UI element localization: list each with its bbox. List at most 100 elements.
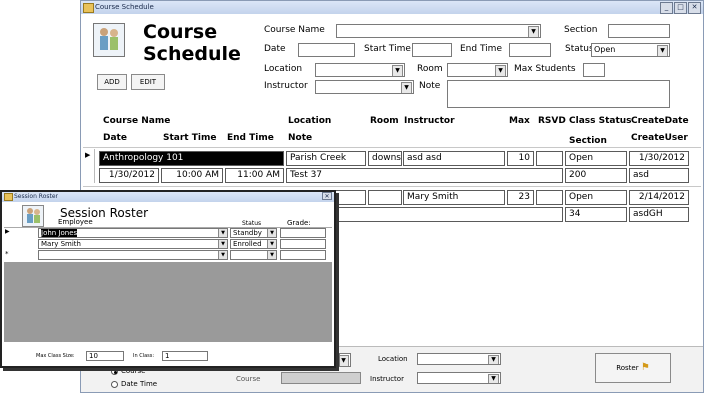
section-cell[interactable]: 34 xyxy=(565,207,627,222)
grade-input[interactable] xyxy=(280,239,326,249)
roster-icon: ⚑ xyxy=(640,362,650,373)
course-name-cell[interactable]: Anthropology 101 xyxy=(99,151,284,166)
bottom-instructor-select[interactable]: ▼ xyxy=(417,372,501,384)
close-button[interactable]: ✕ xyxy=(688,2,701,14)
max-class-size-input[interactable]: 10 xyxy=(86,351,124,361)
col-date: Date xyxy=(103,133,127,143)
class-status-cell[interactable]: Open xyxy=(565,190,627,205)
grade-input-new[interactable] xyxy=(280,250,326,260)
status-label: Status xyxy=(565,44,594,54)
status-value: Standby xyxy=(233,229,262,237)
status-select[interactable]: Standby ▼ xyxy=(230,228,277,238)
chevron-down-icon[interactable]: ▼ xyxy=(488,374,499,383)
chevron-down-icon[interactable]: ▼ xyxy=(488,355,499,364)
note-cell[interactable]: Test 37 xyxy=(286,168,563,183)
section-input[interactable] xyxy=(608,24,670,38)
employee-value: John Jones xyxy=(41,229,78,237)
radio-date-time[interactable] xyxy=(111,381,118,388)
instructor-cell[interactable]: asd asd xyxy=(403,151,505,166)
status-select[interactable]: Enrolled ▼ xyxy=(230,239,277,249)
chevron-down-icon[interactable]: ▼ xyxy=(267,240,276,248)
chevron-down-icon[interactable]: ▼ xyxy=(218,240,227,248)
app-icon xyxy=(4,193,13,201)
create-date-cell[interactable]: 1/30/2012 xyxy=(629,151,689,166)
bottom-location-label: Location xyxy=(378,355,408,363)
radio-course-label: Course xyxy=(121,367,146,375)
end-time-cell[interactable]: 11:00 AM xyxy=(225,168,284,183)
roster-button[interactable]: Roster ⚑ xyxy=(595,353,671,383)
room-label: Room xyxy=(417,64,443,74)
chevron-down-icon[interactable]: ▼ xyxy=(340,355,349,366)
date-cell[interactable]: 1/30/2012 xyxy=(99,168,159,183)
app-icon xyxy=(83,3,94,13)
window-title: Course Schedule xyxy=(95,3,154,11)
note-label: Note xyxy=(419,81,441,91)
chevron-down-icon[interactable]: ▼ xyxy=(267,251,276,259)
rsvd-cell[interactable] xyxy=(536,190,563,205)
grade-input[interactable] xyxy=(280,228,326,238)
instructor-cell[interactable]: Mary Smith xyxy=(403,190,505,205)
chevron-down-icon[interactable]: ▼ xyxy=(392,65,403,76)
employee-select-new[interactable]: ▼ xyxy=(38,250,228,260)
bottom-instructor-label: Instructor xyxy=(370,375,404,383)
bottom-course-field[interactable] xyxy=(281,372,361,384)
in-class-input[interactable]: 1 xyxy=(162,351,208,361)
max-cell[interactable]: 23 xyxy=(507,190,534,205)
radio-course[interactable] xyxy=(111,368,118,375)
col-create-user: CreateUser xyxy=(631,133,688,143)
row-pointer-icon: ▶ xyxy=(5,228,10,235)
rsvd-cell[interactable] xyxy=(536,151,563,166)
chevron-down-icon[interactable]: ▼ xyxy=(495,65,506,76)
employee-label: Employee xyxy=(58,218,93,226)
col-create-date: CreateDate xyxy=(631,116,689,126)
employee-select[interactable]: Mary Smith ▼ xyxy=(38,239,228,249)
section-cell[interactable]: 200 xyxy=(565,168,627,183)
status-value: Enrolled xyxy=(233,240,262,248)
room-cell[interactable]: downsta xyxy=(368,151,402,166)
bottom-location-select[interactable]: ▼ xyxy=(417,353,501,365)
date-input[interactable] xyxy=(298,43,355,57)
course-name-select[interactable]: ▼ xyxy=(336,24,541,38)
maximize-button[interactable]: □ xyxy=(674,2,687,14)
chevron-down-icon[interactable]: ▼ xyxy=(218,229,227,237)
instructor-select[interactable]: ▼ xyxy=(315,80,414,94)
roster-button-label: Roster xyxy=(616,364,639,372)
col-class-status: Class Status xyxy=(569,116,632,126)
col-instructor: Instructor xyxy=(404,116,455,126)
chevron-down-icon[interactable]: ▼ xyxy=(267,229,276,237)
status-select-new[interactable]: ▼ xyxy=(230,250,277,260)
edit-button[interactable]: EDIT xyxy=(131,74,165,90)
session-roster-window: Session Roster ✕ Session Roster Employee… xyxy=(0,190,336,368)
note-input[interactable] xyxy=(447,80,670,108)
create-user-cell[interactable]: asd xyxy=(629,168,689,183)
room-cell[interactable] xyxy=(368,190,402,205)
roster-close-button[interactable]: ✕ xyxy=(322,192,332,200)
max-cell[interactable]: 10 xyxy=(507,151,534,166)
col-end-time: End Time xyxy=(227,133,274,143)
chevron-down-icon[interactable]: ▼ xyxy=(218,251,227,259)
page-title-line2: Schedule xyxy=(143,43,241,65)
location-select[interactable]: ▼ xyxy=(315,63,405,77)
bottom-select[interactable]: ▼ xyxy=(339,353,351,367)
new-row-icon: * xyxy=(5,250,9,258)
end-time-label: End Time xyxy=(460,44,502,54)
create-date-cell[interactable]: 2/14/2012 xyxy=(629,190,689,205)
start-time-cell[interactable]: 10:00 AM xyxy=(161,168,223,183)
location-cell[interactable]: Parish Creek xyxy=(286,151,366,166)
page-title-line1: Course xyxy=(143,21,218,43)
class-status-cell[interactable]: Open xyxy=(565,151,627,166)
start-time-input[interactable] xyxy=(412,43,452,57)
minimize-button[interactable]: _ xyxy=(660,2,673,14)
chevron-down-icon[interactable]: ▼ xyxy=(401,82,412,93)
record-selector[interactable]: ▶ xyxy=(83,149,95,183)
employee-select[interactable]: John Jones ▼ xyxy=(38,228,228,238)
chevron-down-icon[interactable]: ▼ xyxy=(528,26,539,37)
max-students-input[interactable] xyxy=(583,63,605,77)
end-time-input[interactable] xyxy=(509,43,551,57)
status-select[interactable]: Open ▼ xyxy=(591,43,670,57)
room-select[interactable]: ▼ xyxy=(447,63,508,77)
col-start-time: Start Time xyxy=(163,133,217,143)
chevron-down-icon[interactable]: ▼ xyxy=(657,45,668,56)
create-user-cell[interactable]: asdGH xyxy=(629,207,689,222)
add-button[interactable]: ADD xyxy=(97,74,127,90)
